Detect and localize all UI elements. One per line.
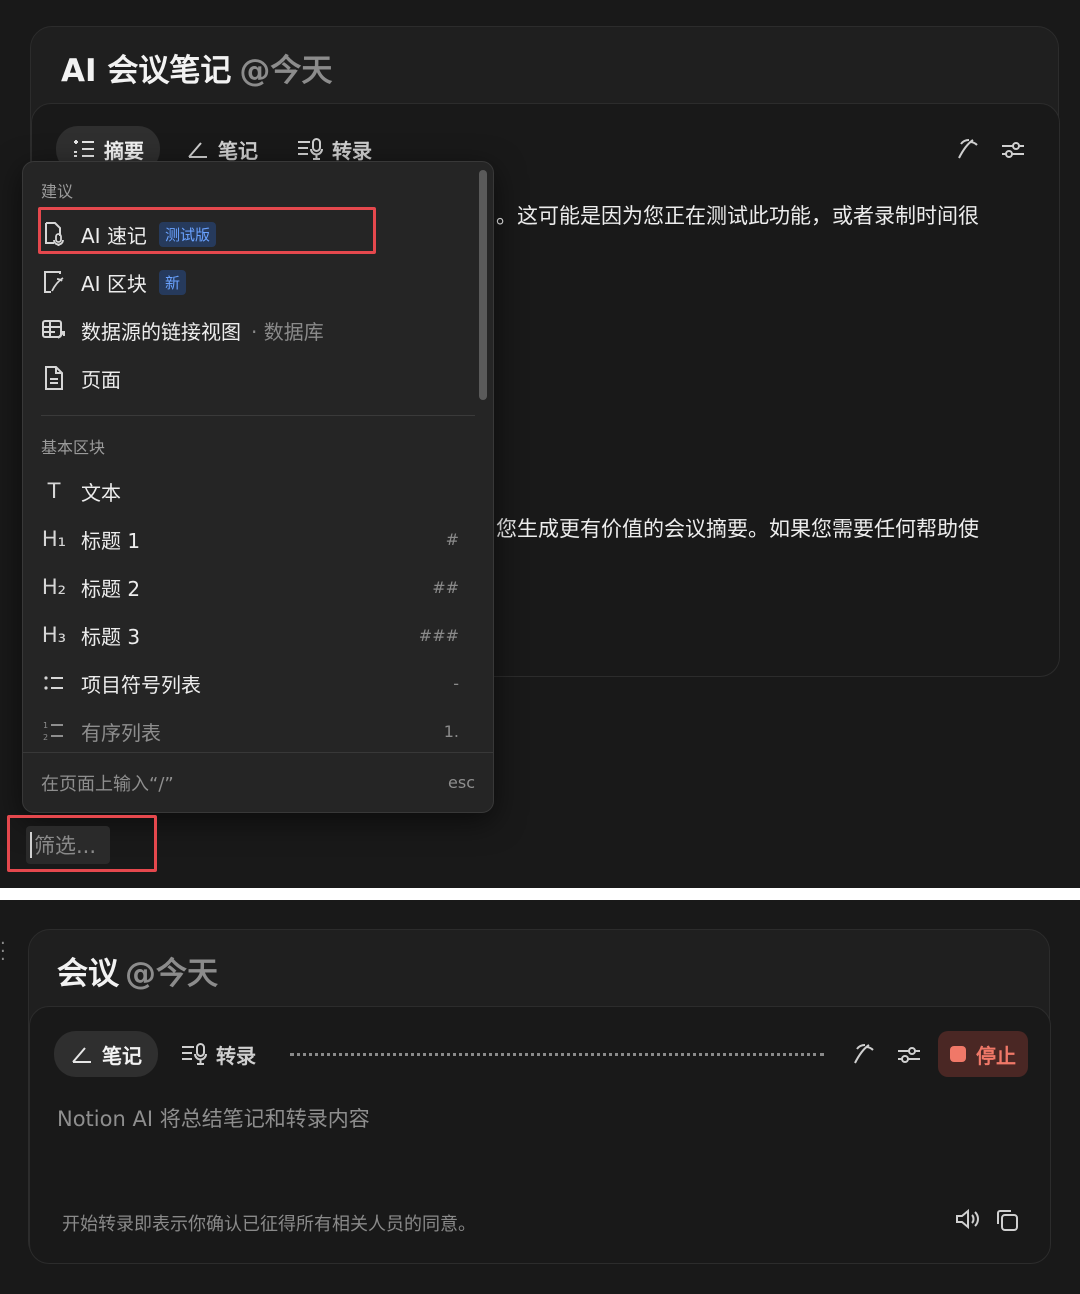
meeting-date-mention[interactable]: @今天 xyxy=(125,948,218,993)
database-category-label: · 数据库 xyxy=(251,319,324,344)
transcription-consent-note: 开始转录即表示你确认已征得所有相关人员的同意。 xyxy=(62,1214,476,1235)
menu-item-heading-3-label: 标题 3 xyxy=(81,624,141,649)
stop-recording-button[interactable]: 停止 xyxy=(938,1031,1028,1077)
menu-item-linked-database-view-label: 数据源的链接视图 xyxy=(81,319,241,344)
slash-command-menu: 建议 AI 速记 测试版 AI 区块 新 数据源的链接视图 · 数据库 页面 基… xyxy=(22,161,494,813)
shortcut-hint: - xyxy=(453,673,459,693)
meeting-content-area: 笔记 转录 停止 Notion AI 将总结笔记和转录内容 开始转录即表示你确认… xyxy=(29,1006,1051,1264)
page-icon xyxy=(41,365,67,391)
menu-item-heading-2-label: 标题 2 xyxy=(81,576,141,601)
notes-placeholder[interactable]: Notion AI 将总结笔记和转录内容 xyxy=(57,1103,370,1133)
menu-item-heading-2[interactable]: H₂ 标题 2 ## xyxy=(41,567,459,607)
stop-square-icon xyxy=(950,1046,966,1062)
menu-item-bulleted-list-label: 项目符号列表 xyxy=(81,672,201,697)
menu-item-numbered-list-label: 有序列表 xyxy=(81,720,161,745)
copy-icon[interactable] xyxy=(994,1207,1020,1233)
shortcut-hint: # xyxy=(445,529,459,549)
meeting-block: 会议 @今天 笔记 转录 停止 Notion AI 将总结笔记和转录内容 开始转… xyxy=(28,929,1051,1264)
svg-text:1: 1 xyxy=(43,721,48,730)
heading-2-icon: H₂ xyxy=(41,575,67,599)
menu-item-ai-block[interactable]: AI 区块 新 xyxy=(41,262,459,302)
pencil-icon xyxy=(72,1047,91,1063)
stop-recording-label: 停止 xyxy=(976,1043,1016,1068)
summary-text-line-1: 。这可能是因为您正在测试此功能，或者录制时间很 xyxy=(496,204,979,228)
menu-item-heading-1-label: 标题 1 xyxy=(81,528,141,553)
menu-item-page[interactable]: 页面 xyxy=(41,358,459,398)
bulleted-list-icon xyxy=(41,670,67,696)
menu-section-basic-blocks: 基本区块 xyxy=(41,438,106,457)
menu-item-linked-database-view[interactable]: 数据源的链接视图 · 数据库 xyxy=(41,310,459,350)
menu-item-numbered-list[interactable]: 12 有序列表 1. xyxy=(41,711,459,751)
linked-database-icon xyxy=(41,317,67,343)
new-badge: 新 xyxy=(158,269,186,295)
tab-notes[interactable]: 笔记 xyxy=(54,1031,158,1077)
svg-text:2: 2 xyxy=(43,733,48,742)
tab-notes-label: 笔记 xyxy=(102,1043,142,1068)
meeting-title-text: AI 会议笔记 xyxy=(61,53,232,89)
menu-item-bulleted-list[interactable]: 项目符号列表 - xyxy=(41,663,459,703)
numbered-list-icon: 12 xyxy=(41,718,67,744)
bottom-screenshot-panel: · · · 会议 @今天 笔记 转录 停止 Notion AI 将总结笔记和转录内容 xyxy=(0,900,1080,1294)
menu-item-heading-1[interactable]: H₁ 标题 1 # xyxy=(41,519,459,559)
menu-item-text[interactable]: T 文本 xyxy=(41,471,459,511)
top-screenshot-panel: AI 会议笔记 @今天 摘要 笔记 转录 。这可能是因为您正在测试此功能，或者录… xyxy=(0,0,1080,888)
text-type-icon: T xyxy=(47,479,61,503)
highlight-box-ai-memo xyxy=(38,207,376,254)
meeting-date-mention[interactable]: @今天 xyxy=(239,45,332,90)
close-shortcut-hint[interactable]: esc xyxy=(448,773,475,792)
ai-block-icon xyxy=(41,269,67,295)
highlight-box-filter xyxy=(7,815,157,872)
transcript-mic-icon xyxy=(182,1043,207,1065)
summary-list-icon xyxy=(74,140,94,157)
menu-item-ai-block-label: AI 区块 xyxy=(81,271,147,296)
menu-item-text-label: 文本 xyxy=(81,480,121,505)
settings-sliders-icon[interactable] xyxy=(896,1043,922,1067)
shortcut-hint: ## xyxy=(432,577,459,597)
speaker-audio-icon[interactable] xyxy=(954,1207,980,1231)
recording-waveform-indicator xyxy=(290,1053,824,1056)
summary-text-line-2: 您生成更有价值的会议摘要。如果您需要任何帮助使 xyxy=(496,517,979,541)
menu-section-suggestions: 建议 xyxy=(41,182,74,201)
ai-sparkle-pen-icon[interactable] xyxy=(852,1041,878,1067)
shortcut-hint: ### xyxy=(418,625,459,645)
drag-handle-icon[interactable]: · · · xyxy=(0,935,10,969)
meeting-title[interactable]: 会议 @今天 xyxy=(57,948,218,993)
heading-1-icon: H₁ xyxy=(41,527,67,551)
settings-sliders-icon[interactable] xyxy=(1000,138,1026,162)
menu-scrollbar[interactable] xyxy=(479,170,487,400)
meeting-title[interactable]: AI 会议笔记 @今天 xyxy=(61,45,332,90)
tab-transcript[interactable]: 转录 xyxy=(180,1031,256,1077)
menu-item-page-label: 页面 xyxy=(81,367,121,392)
menu-divider xyxy=(41,415,475,416)
tab-transcript-label: 转录 xyxy=(332,138,372,163)
ai-sparkle-pen-icon[interactable] xyxy=(956,136,982,162)
menu-footer: 在页面上输入“/” esc xyxy=(23,752,493,812)
heading-3-icon: H₃ xyxy=(41,623,67,647)
meeting-title-text: 会议 xyxy=(57,956,119,992)
tab-summary-label: 摘要 xyxy=(104,138,144,163)
shortcut-hint: 1. xyxy=(443,721,459,741)
tab-transcript-label: 转录 xyxy=(216,1043,256,1068)
menu-item-heading-3[interactable]: H₃ 标题 3 ### xyxy=(41,615,459,655)
transcript-mic-icon xyxy=(298,138,323,160)
menu-footer-hint: 在页面上输入“/” xyxy=(41,773,174,795)
tab-notes-label: 笔记 xyxy=(218,138,258,163)
pencil-icon xyxy=(188,142,207,158)
